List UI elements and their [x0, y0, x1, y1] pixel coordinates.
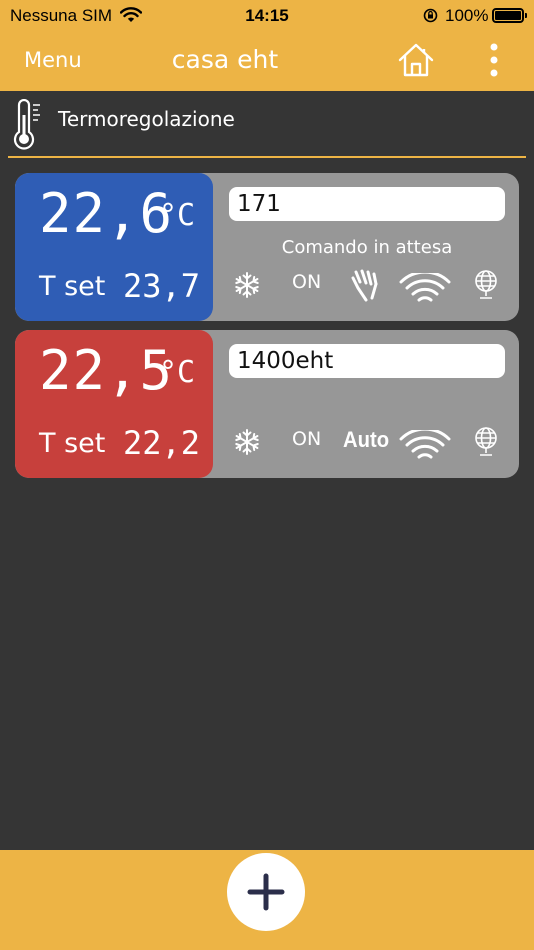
device-card[interactable]: 22,5 °C T set 22,2 1400eht ON Auto [15, 330, 519, 478]
device-name-field[interactable]: 171 [229, 187, 505, 221]
tset-label: T set [39, 271, 106, 302]
plus-icon [247, 873, 285, 911]
globe-icon [475, 427, 497, 456]
temperature-unit: °C [159, 198, 196, 233]
device-card[interactable]: 22,6 °C T set 23,7 171 Comando in attesa… [15, 173, 519, 321]
snowflake-icon [235, 429, 259, 455]
more-vertical-icon[interactable] [482, 42, 506, 78]
temperature-panel: 22,5 °C T set 22,2 [15, 330, 213, 478]
device-name-field[interactable]: 1400eht [229, 344, 505, 378]
current-temperature: 22,5 [39, 339, 174, 402]
device-name: 1400eht [237, 348, 334, 374]
power-state: ON [292, 428, 322, 450]
section-divider [8, 156, 526, 158]
thermometer-icon [13, 99, 40, 150]
hand-manual-icon [351, 269, 378, 302]
device-name: 171 [237, 191, 281, 217]
bottom-bar [0, 850, 534, 950]
battery-icon [492, 8, 527, 23]
status-bar: Nessuna SIM 14:15 100% [0, 0, 534, 30]
command-status: Comando in attesa [281, 237, 453, 258]
home-icon[interactable] [397, 41, 435, 79]
globe-icon [475, 270, 497, 299]
mode-label: Auto [343, 427, 390, 452]
add-device-button[interactable] [227, 853, 305, 931]
rotation-lock-icon [423, 8, 438, 23]
tset-value: 23,7 [123, 267, 201, 305]
tset-label: T set [39, 428, 106, 459]
section-header: Termoregolazione [0, 91, 534, 159]
wifi-icon [399, 273, 451, 302]
current-temperature: 22,6 [39, 182, 174, 245]
menu-button[interactable]: Menu [24, 48, 82, 72]
power-state: ON [292, 271, 322, 293]
page-title: casa eht [171, 45, 279, 74]
section-title: Termoregolazione [58, 107, 235, 131]
temperature-panel: 22,6 °C T set 23,7 [15, 173, 213, 321]
nav-bar: Menu casa eht [0, 30, 534, 91]
tset-value: 22,2 [123, 424, 201, 462]
wifi-icon [399, 430, 451, 459]
temperature-unit: °C [159, 355, 196, 390]
snowflake-icon [235, 272, 259, 298]
battery-percent: 100% [445, 6, 489, 25]
